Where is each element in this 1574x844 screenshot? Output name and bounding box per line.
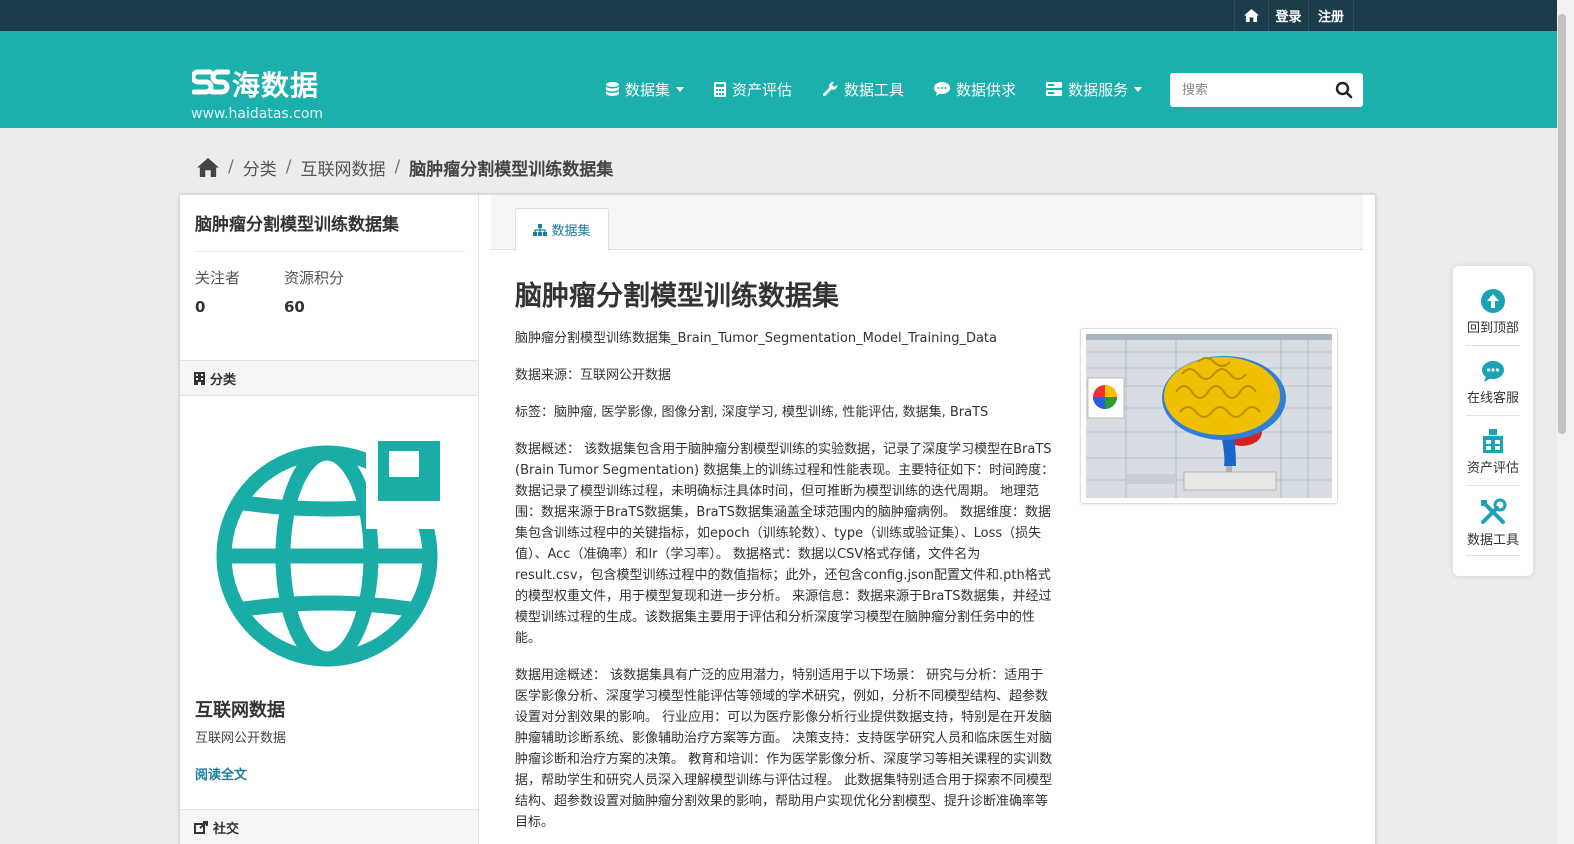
data-overview: 数据概述： 该数据集包含用于脑肿瘤分割模型训练的实验数据，记录了深度学习模型在B…: [515, 442, 1055, 646]
asset-assessment-button[interactable]: 资产评估: [1453, 428, 1533, 498]
category-section-header: 分类: [180, 360, 478, 396]
followers-count: 0: [195, 298, 206, 316]
scrollbar-thumb[interactable]: [1558, 14, 1566, 434]
breadcrumb-separator: /: [394, 157, 401, 177]
dataset-content: 数据集 脑肿瘤分割模型训练数据集 脑肿瘤分割模型训练数据集_Brain_Tumo…: [491, 195, 1363, 844]
breadcrumb: / 分类 / 互联网数据 / 脑肿瘤分割模型训练数据集: [197, 154, 613, 180]
breadcrumb-separator: /: [285, 157, 292, 177]
breadcrumb-internet-data[interactable]: 互联网数据: [300, 155, 385, 180]
site-header: 海数据 www.haidatas.com 数据集 资产评估 数据工具 数据供求 …: [0, 31, 1574, 128]
divider: [1466, 485, 1520, 486]
online-service-label: 在线客服: [1466, 391, 1519, 406]
tab-dataset[interactable]: 数据集: [515, 208, 609, 251]
dataset-description: 脑肿瘤分割模型训练数据集_Brain_Tumor_Segmentation_Mo…: [515, 328, 1055, 844]
category-description: 互联网公开数据: [195, 731, 287, 746]
dataset-thumbnail[interactable]: [1080, 328, 1338, 504]
dataset-panel: 脑肿瘤分割模型训练数据集 关注者 资源积分 0 60 分类 互联网数据 互联网公…: [179, 194, 1376, 844]
floating-toolbar: 回到顶部 在线客服 资产评估 数据工具: [1453, 266, 1533, 576]
brain-model-image: [1086, 334, 1332, 498]
wrench-icon: [822, 81, 838, 97]
category-heading: 分类: [210, 372, 237, 388]
nav-asset-assessment-label: 资产评估: [732, 80, 793, 99]
database-icon: [606, 81, 619, 96]
nav-data-services[interactable]: 数据服务: [1046, 79, 1143, 100]
building-icon: [194, 371, 205, 385]
comment-icon: [934, 82, 951, 96]
nav-datasets[interactable]: 数据集: [606, 79, 685, 100]
sidebar-title: 脑肿瘤分割模型训练数据集: [195, 210, 465, 252]
nav-data-tools[interactable]: 数据工具: [822, 79, 904, 100]
home-link[interactable]: [1234, 0, 1268, 31]
tab-dataset-label: 数据集: [551, 224, 591, 239]
read-more-link[interactable]: 阅读全文: [195, 764, 247, 783]
tab-bar: 数据集: [491, 195, 1363, 251]
online-service-button[interactable]: 在线客服: [1453, 358, 1533, 428]
divider: [1466, 555, 1520, 556]
followers-label: 关注者: [195, 269, 241, 287]
assessment-icon: [1483, 429, 1503, 453]
home-icon[interactable]: [197, 157, 219, 177]
social-section-header: 社交: [180, 809, 478, 844]
nav-supply-demand[interactable]: 数据供求: [934, 79, 1016, 100]
site-logo[interactable]: 海数据: [192, 64, 319, 104]
sidebar: 脑肿瘤分割模型训练数据集 关注者 资源积分 0 60 分类 互联网数据 互联网公…: [180, 195, 479, 844]
category-name: 互联网数据: [195, 700, 285, 721]
data-usage-overview: 数据用途概述： 该数据集具有广泛的应用潜力，特别适用于以下场景： 研究与分析：适…: [515, 668, 1053, 830]
breadcrumb-separator: /: [228, 157, 234, 177]
search-icon[interactable]: [1335, 81, 1353, 99]
register-link[interactable]: 注册: [1308, 0, 1354, 31]
dataset-filename: 脑肿瘤分割模型训练数据集_Brain_Tumor_Segmentation_Mo…: [515, 331, 997, 346]
social-heading: 社交: [213, 821, 240, 837]
logo-text: 海数据: [232, 69, 320, 102]
divider: [1466, 415, 1520, 416]
server-icon: [1046, 82, 1063, 96]
divider: [1466, 345, 1520, 346]
logo-icon: [192, 69, 230, 95]
data-tools-button[interactable]: 数据工具: [1453, 498, 1533, 568]
logo-url: www.haidatas.com: [191, 106, 324, 122]
share-icon: [194, 820, 208, 834]
top-bar: 登录 注册: [0, 0, 1574, 31]
breadcrumb-current: 脑肿瘤分割模型训练数据集: [409, 159, 614, 180]
nav-datasets-label: 数据集: [625, 80, 671, 99]
dataset-title: 脑肿瘤分割模型训练数据集: [515, 281, 839, 312]
search-box: [1170, 73, 1363, 107]
dataset-tags: 标签：脑肿瘤, 医学影像, 图像分割, 深度学习, 模型训练, 性能评估, 数据…: [515, 405, 989, 420]
breadcrumb-category[interactable]: 分类: [243, 155, 277, 180]
main-nav: 数据集 资产评估 数据工具 数据供求 数据服务: [606, 77, 1172, 101]
tools-icon: [1481, 498, 1507, 524]
asset-assessment-label: 资产评估: [1466, 461, 1519, 476]
nav-data-services-label: 数据服务: [1068, 80, 1129, 99]
sitemap-icon: [533, 223, 548, 236]
chevron-down-icon: [676, 86, 685, 92]
nav-data-tools-label: 数据工具: [844, 80, 905, 99]
home-icon: [1244, 9, 1259, 22]
chevron-down-icon: [1134, 86, 1143, 92]
chat-icon: [1482, 361, 1504, 382]
internet-globe-icon: [216, 441, 440, 667]
calculator-icon: [714, 81, 727, 97]
back-to-top-label: 回到顶部: [1466, 321, 1519, 336]
data-source: 数据来源：互联网公开数据: [515, 368, 672, 383]
login-link[interactable]: 登录: [1268, 0, 1308, 31]
account-links: 登录 注册: [1234, 0, 1354, 31]
arrow-up-icon: [1481, 289, 1505, 313]
back-to-top-button[interactable]: 回到顶部: [1453, 288, 1533, 358]
search-input[interactable]: [1170, 73, 1325, 107]
points-value: 60: [284, 298, 305, 316]
points-label: 资源积分: [284, 269, 345, 287]
data-tools-label: 数据工具: [1466, 533, 1519, 548]
nav-supply-demand-label: 数据供求: [956, 80, 1017, 99]
nav-asset-assessment[interactable]: 资产评估: [714, 79, 792, 100]
